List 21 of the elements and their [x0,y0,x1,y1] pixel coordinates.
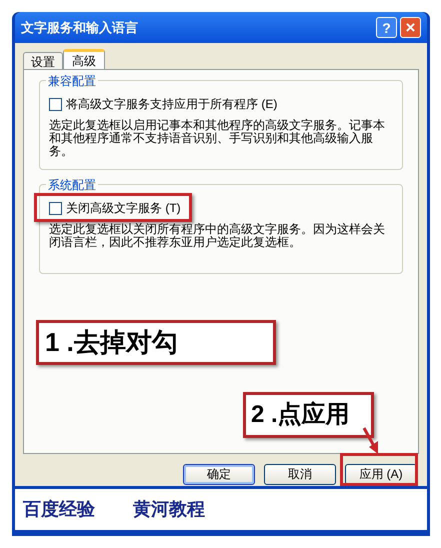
tab[interactable]: 设置 [23,52,63,69]
close-button[interactable]: × [400,17,421,38]
caption-text: 百度经验 [23,498,95,521]
window-title: 文字服务和输入语言 [21,18,139,37]
group-title: 兼容配置 [46,72,98,90]
arrow-icon [360,426,380,456]
group-description: 选定此复选框以启用记事本和其他程序的高级文字服务。记事本和其他程序通常不支持语音识别、手写识别和其他高级输入服务。 [49,119,386,158]
checkbox-label[interactable]: 将高级文字服务支持应用于所有程序 (E) [66,95,278,113]
checkbox[interactable] [49,98,62,110]
checkbox[interactable] [49,202,62,214]
tab[interactable]: 高级 [63,49,105,69]
dialog-button[interactable]: 取消 [264,464,336,484]
group-title: 系统配置 [46,176,98,194]
callout-text: 2 .点应用 [251,400,350,430]
callout-text: 1 .去掉对勾 [45,326,178,359]
help-button[interactable]: ? [376,17,397,38]
group-description: 选定此复选框以关闭所有程序中的高级文字服务。因为这样会关闭语言栏，因此不推荐东亚用户选定此复选框。 [49,223,386,249]
checkbox-label[interactable]: 关闭高级文字服务 (T) [66,199,181,217]
dialog-button[interactable]: 应用 (A) [345,464,417,484]
caption-text: 黄河教程 [133,498,205,521]
dialog-button[interactable]: 确定 [183,464,255,484]
